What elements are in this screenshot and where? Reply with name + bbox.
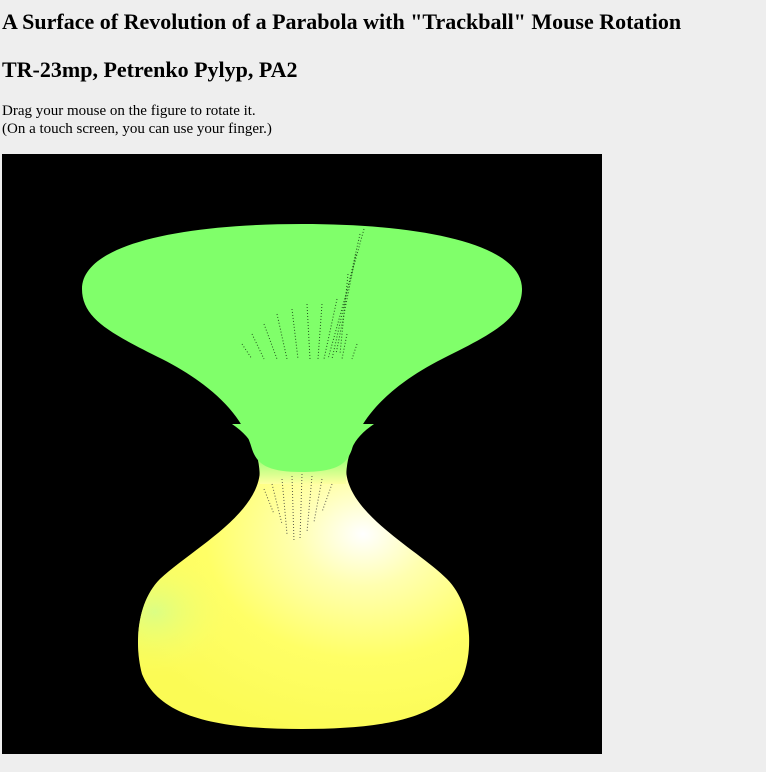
instruction-line-2: (On a touch screen, you can use your fin… <box>2 121 272 137</box>
page-title: A Surface of Revolution of a Parabola wi… <box>2 9 682 34</box>
webgl-canvas[interactable] <box>2 154 602 754</box>
instruction-line-1: Drag your mouse on the figure to rotate … <box>2 103 256 119</box>
page-subtitle: TR-23mp, Petrenko Pylyp, PA2 <box>2 57 298 82</box>
webgl-canvas-container[interactable] <box>2 154 602 754</box>
instructions: Drag your mouse on the figure to rotate … <box>2 102 272 138</box>
